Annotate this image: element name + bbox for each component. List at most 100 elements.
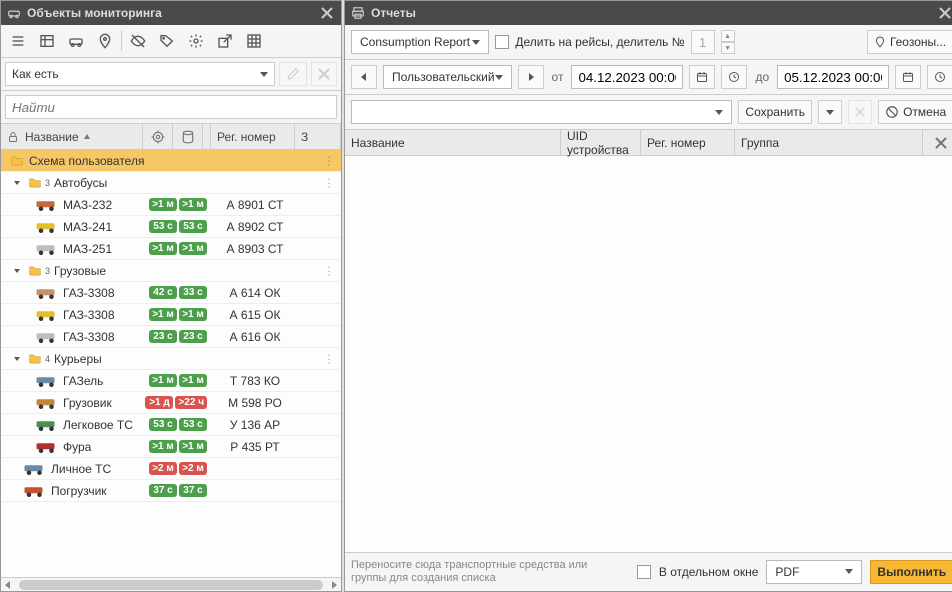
next-period-button[interactable] (518, 65, 544, 89)
col-z-header[interactable]: З (295, 124, 341, 149)
execute-button[interactable]: Выполнить (870, 560, 952, 584)
group-label: Грузовые (54, 264, 106, 278)
period-select[interactable]: Пользовательский (383, 65, 512, 89)
tree-row[interactable]: ГАЗ-330823 с23 сА 616 ОК (1, 326, 341, 348)
vehicle-icon (35, 396, 59, 410)
export-button[interactable] (212, 29, 238, 53)
reg-number: М 598 РО (213, 396, 297, 410)
delete-button (848, 100, 872, 124)
hide-button[interactable] (125, 29, 151, 53)
vehicle-label: МАЗ-241 (63, 220, 112, 234)
prev-period-button[interactable] (351, 65, 377, 89)
objects-tree[interactable]: Схема пользователя⋮3Автобусы⋮МАЗ-232>1 м… (1, 150, 341, 577)
scroll-left-icon[interactable] (3, 580, 13, 590)
tree-row[interactable]: 3Грузовые⋮ (1, 260, 341, 282)
vehicle-icon (35, 242, 59, 256)
tree-row[interactable]: Фура>1 м>1 мР 435 РТ (1, 436, 341, 458)
drag-hint: Переносите сюда транспортные средства ил… (351, 559, 611, 585)
reg-number: А 614 ОК (213, 286, 297, 300)
calendar-from-button[interactable] (689, 65, 715, 89)
tree-row[interactable]: 3Автобусы⋮ (1, 172, 341, 194)
vehicle-icon (35, 308, 59, 322)
reports-panel: Отчеты Consumption Report Делить на рейс… (344, 0, 952, 592)
grid-button[interactable] (241, 29, 267, 53)
calendar-to-button[interactable] (895, 65, 921, 89)
expander-icon[interactable] (11, 269, 23, 273)
status-badge: 42 с (149, 286, 177, 299)
settings-button[interactable] (183, 29, 209, 53)
reg-number: А 616 ОК (213, 330, 297, 344)
report-type-select[interactable]: Consumption Report (351, 30, 489, 54)
status-badge: >1 м (179, 440, 207, 453)
to-label: до (755, 70, 769, 84)
divisor-input[interactable] (691, 30, 715, 54)
rcol-reg[interactable]: Рег. номер (641, 130, 735, 155)
cancel-button[interactable]: Отмена (878, 100, 952, 124)
split-rides-label: Делить на рейсы, делитель № (515, 35, 684, 49)
close-icon[interactable] (937, 5, 952, 21)
objects-grid-header: Название Рег. номер З (1, 124, 341, 150)
rcol-group[interactable]: Группа (735, 130, 923, 155)
car-icon (7, 6, 21, 20)
format-select[interactable]: PDF (766, 560, 862, 584)
profile-select[interactable] (351, 100, 732, 124)
pin-icon (874, 36, 886, 48)
rcol-remove[interactable] (923, 130, 952, 155)
save-menu-button[interactable] (818, 100, 842, 124)
table-view-button[interactable] (34, 29, 60, 53)
scroll-thumb[interactable] (19, 580, 324, 590)
clock-to-button[interactable] (927, 65, 952, 89)
tree-row[interactable]: Схема пользователя⋮ (1, 150, 341, 172)
tree-row[interactable]: Личное ТС>2 м>2 м (1, 458, 341, 480)
col-reg-header[interactable]: Рег. номер (211, 124, 295, 149)
vehicle-icon (35, 440, 59, 454)
print-icon (351, 6, 365, 20)
tree-row[interactable]: ГАЗель>1 м>1 мТ 783 КО (1, 370, 341, 392)
report-grid-body[interactable] (345, 156, 952, 552)
filter-mode-select[interactable]: Как есть (5, 62, 275, 86)
pin-button[interactable] (92, 29, 118, 53)
divisor-up[interactable]: ▲ (721, 30, 735, 42)
rcol-uid[interactable]: UID устройства (561, 130, 641, 155)
tree-row[interactable]: Грузовик>1 д>22 чМ 598 РО (1, 392, 341, 414)
list-view-button[interactable] (5, 29, 31, 53)
filter-mode-label: Как есть (12, 67, 59, 81)
reports-panel-title: Отчеты (371, 6, 937, 20)
status-badge: >1 м (149, 242, 177, 255)
clock-from-button[interactable] (721, 65, 747, 89)
date-to-input[interactable] (777, 65, 889, 89)
expander-icon[interactable] (11, 357, 23, 361)
vehicle-button[interactable] (63, 29, 89, 53)
separate-window-checkbox[interactable] (637, 565, 651, 579)
split-rides-checkbox[interactable] (495, 35, 509, 49)
vehicle-label: Грузовик (63, 396, 112, 410)
col-name-header[interactable]: Название (1, 124, 143, 149)
tree-row[interactable]: ГАЗ-330842 с33 сА 614 ОК (1, 282, 341, 304)
vehicle-label: ГАЗ-3308 (63, 308, 115, 322)
close-icon[interactable] (319, 5, 335, 21)
col-target-header[interactable] (143, 124, 173, 149)
tag-button[interactable] (154, 29, 180, 53)
geozones-button[interactable]: Геозоны... (867, 30, 952, 54)
date-from-input[interactable] (571, 65, 683, 89)
status-badge: 37 с (179, 484, 207, 497)
vehicle-label: ГАЗ-3308 (63, 330, 115, 344)
expander-icon[interactable] (11, 181, 23, 185)
tree-row[interactable]: МАЗ-24153 с53 сА 8902 СТ (1, 216, 341, 238)
target-icon (151, 130, 165, 144)
search-input[interactable] (5, 95, 337, 119)
h-scrollbar[interactable] (1, 577, 341, 591)
edit-button (279, 62, 307, 86)
tree-row[interactable]: Легковое ТС53 с53 сУ 136 АР (1, 414, 341, 436)
save-button[interactable]: Сохранить (738, 100, 812, 124)
tree-row[interactable]: Погрузчик37 с37 с (1, 480, 341, 502)
tree-row[interactable]: ГАЗ-3308>1 м>1 мА 615 ОК (1, 304, 341, 326)
rcol-name[interactable]: Название (345, 130, 561, 155)
col-db-header[interactable] (173, 124, 203, 149)
tree-row[interactable]: 4Курьеры⋮ (1, 348, 341, 370)
divisor-down[interactable]: ▼ (721, 42, 735, 54)
vehicle-icon (35, 220, 59, 234)
scroll-right-icon[interactable] (329, 580, 339, 590)
tree-row[interactable]: МАЗ-232>1 м>1 мА 8901 СТ (1, 194, 341, 216)
tree-row[interactable]: МАЗ-251>1 м>1 мА 8903 СТ (1, 238, 341, 260)
